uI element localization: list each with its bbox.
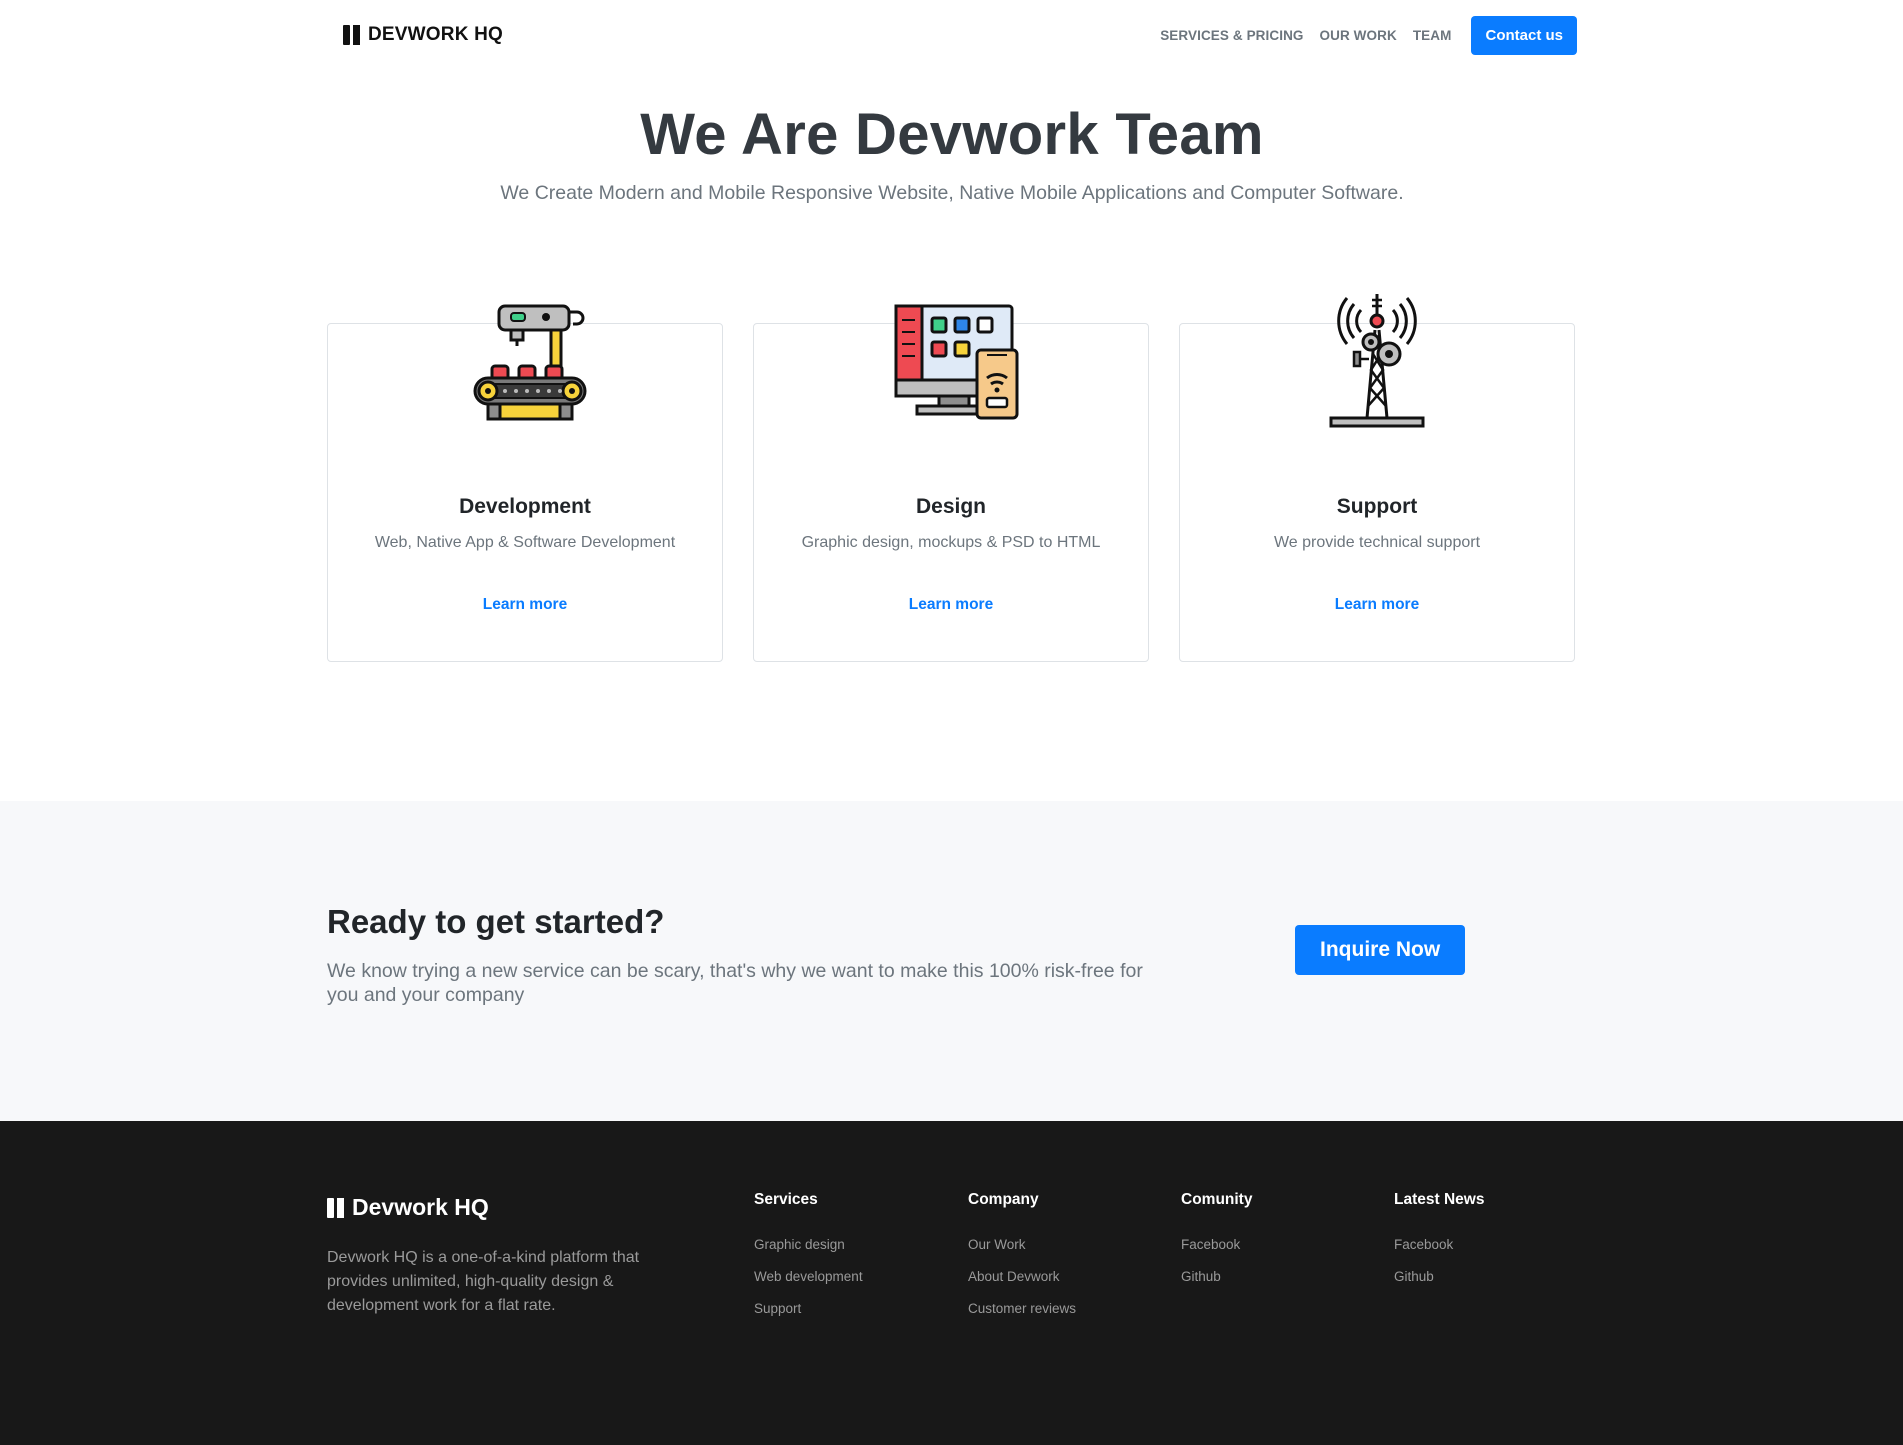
card-description: We provide technical support [1273,534,1481,551]
brand-mark-icon [343,25,360,45]
brand-mark-icon [327,1197,344,1218]
card-title: Design [915,495,986,518]
footer-column-company: Company Our Work About Devwork Customer … [968,1191,1158,1332]
footer-link-graphic-design[interactable]: Graphic design [754,1236,944,1268]
learn-more-link-design[interactable]: Learn more [753,596,1149,614]
learn-more-link-support[interactable]: Learn more [1179,596,1575,614]
footer-column-latest-news: Latest News Facebook Github [1394,1191,1584,1300]
footer-brand[interactable]: Devwork HQ [327,1194,489,1221]
footer-about: Devwork HQ is a one-of-a-kind platform t… [327,1249,640,1314]
service-card-support: Support We provide technical support Lea… [1179,290,1575,662]
footer-link-about-devwork[interactable]: About Devwork [968,1268,1158,1300]
robotic-conveyor-icon [473,304,587,421]
card-title: Development [459,495,591,518]
nav-links: SERVICES & PRICING OUR WORK TEAM Contact… [1160,15,1577,55]
cta-section: Ready to get started? We know trying a n… [0,801,1903,1121]
footer-column-services: Services Graphic design Web development … [754,1191,944,1332]
footer-column-title: Services [754,1191,818,1208]
monitor-phone-icon [894,304,1019,420]
footer-link-web-development[interactable]: Web development [754,1268,944,1300]
footer-link-facebook[interactable]: Facebook [1394,1236,1584,1268]
signal-tower-icon [1329,294,1425,428]
cta-title: Ready to get started? [327,903,665,940]
top-navbar: DEVWORK HQ SERVICES & PRICING OUR WORK T… [327,0,1577,70]
hero-section: We Are Devwork Team We Create Modern and… [327,100,1577,205]
cta-text: We know trying a new service can be scar… [327,960,1143,1006]
footer-link-github[interactable]: Github [1394,1268,1584,1300]
service-card-development: Development Web, Native App & Software D… [327,290,723,662]
footer-column-community: Comunity Facebook Github [1181,1191,1371,1300]
footer-link-facebook[interactable]: Facebook [1181,1236,1371,1268]
footer-column-title: Company [968,1191,1039,1208]
card-title: Support [1336,495,1418,518]
brand-logo[interactable]: DEVWORK HQ [343,24,503,46]
learn-more-link-development[interactable]: Learn more [327,596,723,614]
nav-link-our-work[interactable]: OUR WORK [1320,28,1397,43]
footer-link-customer-reviews[interactable]: Customer reviews [968,1300,1158,1332]
brand-name: DEVWORK HQ [368,24,503,45]
hero-subtitle: We Create Modern and Mobile Responsive W… [500,181,1404,204]
services-cards: Development Web, Native App & Software D… [327,290,1577,662]
card-description: Graphic design, mockups & PSD to HTML [801,534,1101,551]
footer-column-title: Latest News [1394,1191,1485,1208]
footer-brand-name: Devwork HQ [352,1194,489,1220]
service-card-design: Design Graphic design, mockups & PSD to … [753,290,1149,662]
hero-title: We Are Devwork Team [640,102,1264,167]
contact-us-button[interactable]: Contact us [1471,15,1577,55]
nav-link-services-pricing[interactable]: SERVICES & PRICING [1160,28,1303,43]
card-description: Web, Native App & Software Development [374,534,676,551]
footer-link-support[interactable]: Support [754,1300,944,1332]
inquire-now-button[interactable]: Inquire Now [1295,925,1466,975]
site-footer: Devwork HQ Devwork HQ is a one-of-a-kind… [0,1121,1903,1445]
footer-link-our-work[interactable]: Our Work [968,1236,1158,1268]
footer-link-github[interactable]: Github [1181,1268,1371,1300]
footer-column-title: Comunity [1181,1191,1253,1208]
nav-link-team[interactable]: TEAM [1413,28,1452,43]
